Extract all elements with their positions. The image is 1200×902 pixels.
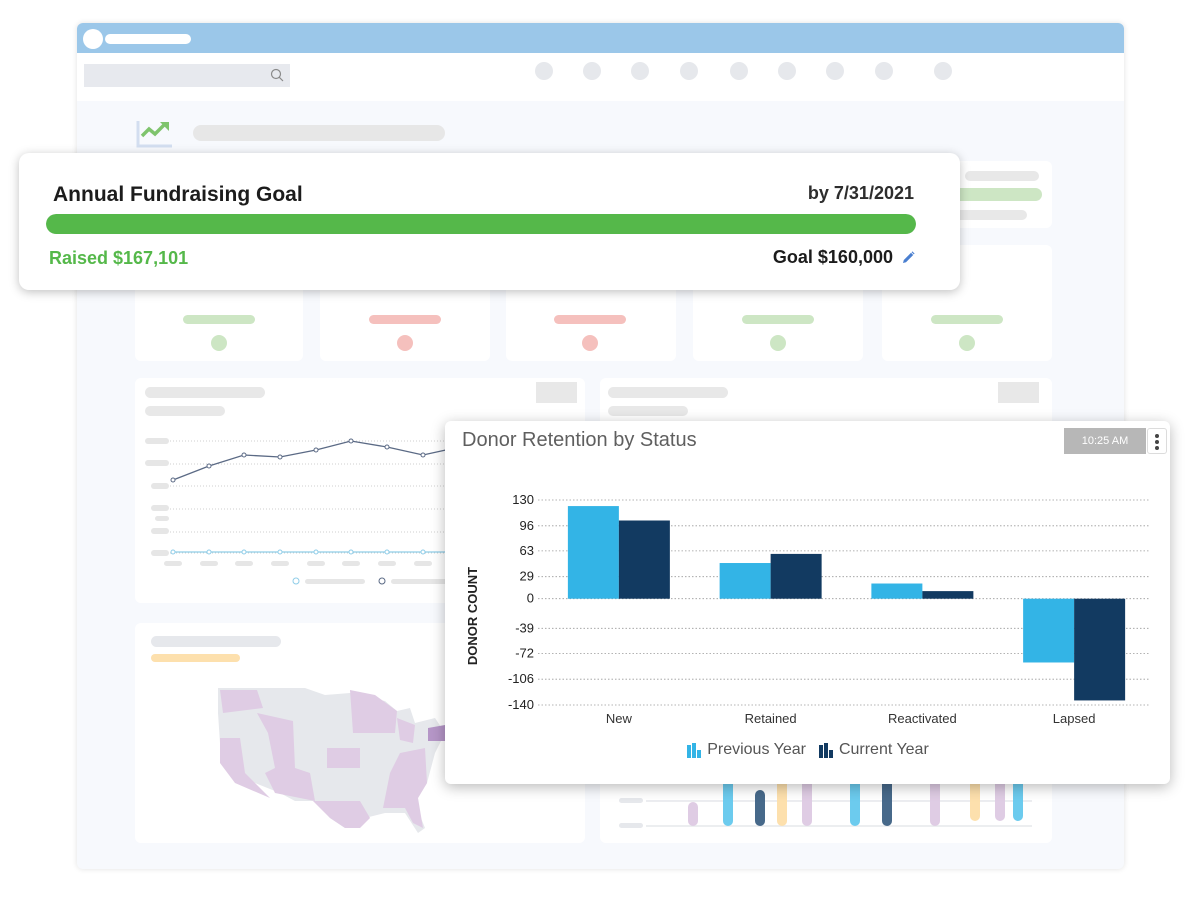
nav-item[interactable] — [631, 62, 649, 80]
x-tick-label: Retained — [745, 711, 797, 726]
y-tick-label: -106 — [508, 671, 534, 686]
bar-new-current-year[interactable] — [618, 520, 670, 599]
bar-reactivated-current-year[interactable] — [922, 591, 974, 599]
summary-card — [945, 161, 1052, 228]
app-toolbar — [77, 53, 1124, 101]
raised-amount: Raised $167,101 — [49, 248, 189, 268]
y-tick-label: -72 — [515, 645, 534, 660]
donor-retention-bar-chart: 130 96 63 29 0 -39 -72 -106 -140 New Retained React… — [465, 492, 1150, 726]
y-tick-label: -140 — [508, 697, 534, 712]
legend-label: Current Year — [838, 741, 929, 758]
legend-item[interactable]: Current Year — [818, 741, 929, 759]
app-title-bar — [77, 23, 1124, 53]
pencil-edit-icon[interactable] — [900, 250, 916, 266]
legend-item[interactable]: Previous Year — [686, 741, 806, 759]
bar-retained-current-year[interactable] — [770, 553, 822, 599]
y-tick-label: 130 — [512, 492, 534, 507]
y-tick-label: 29 — [520, 569, 534, 584]
nav-item[interactable] — [875, 62, 893, 80]
y-tick-label: 0 — [527, 591, 534, 606]
search-icon[interactable] — [270, 68, 284, 82]
goal-progress-bar — [46, 214, 916, 234]
nav-item[interactable] — [934, 62, 952, 80]
chart-legend: Previous Year Current Year — [445, 741, 1170, 763]
nav-item[interactable] — [730, 62, 748, 80]
page-title-placeholder — [193, 125, 445, 141]
fundraising-goal-card: Annual Fundraising Goal by 7/31/2021 Rai… — [19, 153, 960, 290]
app-name-placeholder — [105, 34, 191, 44]
x-tick-label: New — [606, 711, 633, 726]
donor-retention-card: Donor Retention by Status 10:25 AM 130 96… — [445, 421, 1170, 784]
nav-item[interactable] — [680, 62, 698, 80]
goal-deadline: by 7/31/2021 — [807, 183, 914, 203]
goal-progress-fill — [46, 214, 916, 234]
y-axis-label: DONOR COUNT — [465, 567, 480, 665]
nav-item[interactable] — [535, 62, 553, 80]
search-input[interactable] — [84, 64, 290, 87]
trending-up-chart-icon — [136, 121, 172, 148]
bar-chart-icon — [687, 743, 702, 758]
bar-lapsed-current-year[interactable] — [1074, 598, 1126, 701]
nav-item[interactable] — [826, 62, 844, 80]
nav-item[interactable] — [583, 62, 601, 80]
bar-retained-previous-year[interactable] — [719, 563, 771, 599]
x-tick-label: Reactivated — [888, 711, 957, 726]
goal-title: Annual Fundraising Goal — [53, 183, 303, 206]
app-logo — [83, 29, 103, 49]
goal-amount: Goal $160,000 — [772, 247, 893, 267]
bar-chart-icon — [818, 743, 833, 758]
bar-reactivated-previous-year[interactable] — [871, 583, 923, 599]
y-tick-label: 63 — [520, 543, 534, 558]
y-tick-label: -39 — [515, 620, 534, 635]
x-tick-label: Lapsed — [1053, 711, 1096, 726]
bar-lapsed-previous-year[interactable] — [1023, 598, 1075, 663]
y-tick-label: 96 — [520, 518, 534, 533]
nav-item[interactable] — [778, 62, 796, 80]
bar-new-previous-year[interactable] — [567, 506, 619, 599]
legend-label: Previous Year — [707, 741, 806, 758]
